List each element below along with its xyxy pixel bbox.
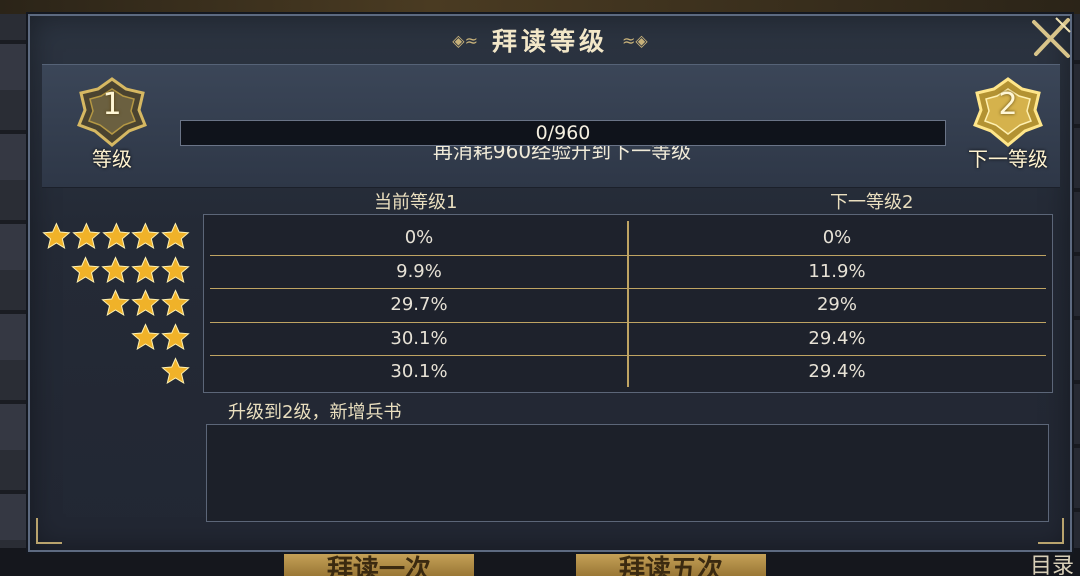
star-row bbox=[42, 287, 190, 321]
star-icon bbox=[71, 256, 100, 283]
current-level-column-header: 当前等级1 bbox=[374, 192, 458, 213]
table-row: 29.7% 29% bbox=[210, 288, 1046, 322]
unlock-rewards-box bbox=[206, 424, 1049, 522]
next-level-badge: 2 下一等级 bbox=[966, 77, 1050, 177]
star-icon bbox=[161, 356, 190, 384]
close-button[interactable] bbox=[1026, 12, 1076, 62]
dialog-title-bar: ◈≈ 拜读等级 ≈◈ bbox=[390, 22, 710, 58]
next-rate-cell: 0% bbox=[822, 227, 852, 248]
star-icon bbox=[161, 323, 190, 351]
star-row bbox=[42, 321, 190, 355]
star-icon bbox=[131, 289, 160, 317]
current-level-number: 1 bbox=[102, 87, 122, 122]
star-icon bbox=[131, 222, 160, 250]
star-icon bbox=[131, 256, 160, 283]
current-rate-cell: 0% bbox=[404, 227, 434, 248]
star-icon bbox=[161, 256, 190, 283]
next-level-column-header: 下一等级2 bbox=[830, 192, 914, 213]
background-read-once-button: 拜读一次 bbox=[284, 552, 474, 576]
star-icon bbox=[161, 222, 190, 250]
unlock-description: 升级到2级，新增兵书 bbox=[228, 402, 402, 423]
next-rate-cell: 11.9% bbox=[808, 260, 866, 282]
next-rate-cell: 29.4% bbox=[808, 361, 866, 383]
background-top-strip bbox=[0, 0, 1080, 14]
exp-progress-text: 0/960 bbox=[535, 122, 591, 144]
next-level-number: 2 bbox=[998, 87, 1018, 122]
table-row: 30.1% 29.4% bbox=[210, 322, 1046, 356]
star-icon bbox=[101, 256, 130, 283]
current-level-caption: 等级 bbox=[92, 147, 132, 171]
table-row: 0% 0% bbox=[210, 221, 1046, 255]
title-ornament-left-icon: ◈≈ bbox=[452, 30, 478, 50]
star-icon bbox=[101, 289, 130, 317]
next-level-caption: 下一等级 bbox=[968, 147, 1048, 171]
exp-progress-bar: 0/960 bbox=[180, 120, 946, 146]
star-icon bbox=[161, 289, 190, 317]
table-row: 30.1% 29.4% bbox=[210, 355, 1046, 389]
current-rate-cell: 30.1% bbox=[390, 361, 448, 383]
title-ornament-right-icon: ≈◈ bbox=[622, 30, 648, 50]
background-bottom-strip bbox=[0, 548, 1080, 576]
background-read-five-button: 拜读五次 bbox=[576, 552, 766, 576]
probability-table: 0% 0% 9.9% 11.9% 29.7% 29% 30.1% 29.4% 30.1% 29.4… bbox=[203, 214, 1053, 393]
background-left-strip bbox=[0, 0, 30, 576]
dialog-title: 拜读等级 bbox=[491, 27, 608, 56]
star-icon bbox=[72, 222, 101, 250]
star-icon bbox=[101, 222, 131, 250]
current-rate-cell: 29.7% bbox=[390, 294, 448, 316]
next-rate-cell: 29.4% bbox=[808, 327, 866, 349]
corner-ornament bbox=[36, 518, 62, 544]
star-row bbox=[42, 254, 190, 288]
star-row bbox=[42, 220, 190, 254]
star-rarity-column bbox=[42, 220, 190, 388]
star-icon bbox=[42, 222, 71, 250]
close-x-icon bbox=[1032, 17, 1071, 58]
current-level-badge: 1 等级 bbox=[70, 77, 154, 177]
star-icon bbox=[131, 323, 160, 351]
next-rate-cell: 29% bbox=[816, 294, 857, 316]
background-directory-label: 目录 bbox=[1029, 554, 1074, 576]
table-row: 9.9% 11.9% bbox=[210, 255, 1046, 289]
current-rate-cell: 30.1% bbox=[390, 327, 448, 349]
current-rate-cell: 9.9% bbox=[396, 260, 442, 282]
star-row bbox=[42, 354, 190, 388]
